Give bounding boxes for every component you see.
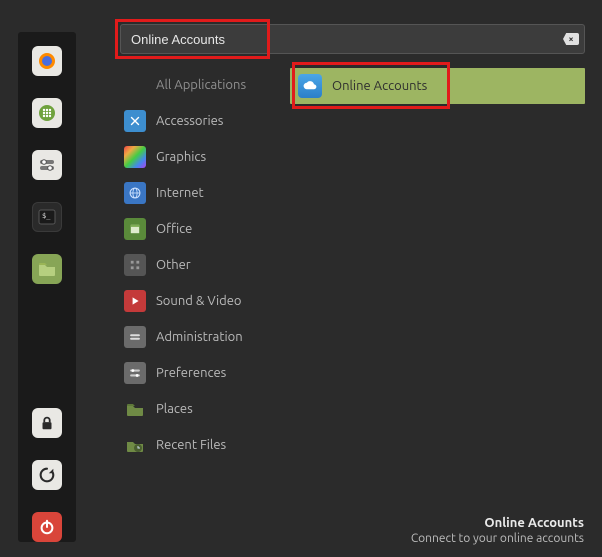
launcher-panel: $_ bbox=[18, 32, 76, 542]
category-label: Internet bbox=[156, 186, 204, 200]
graphics-icon bbox=[124, 146, 146, 168]
apps-grid-icon[interactable] bbox=[32, 98, 62, 128]
category-label: Accessories bbox=[156, 114, 223, 128]
terminal-icon[interactable]: $_ bbox=[32, 202, 62, 232]
category-preferences[interactable]: Preferences bbox=[120, 356, 280, 390]
category-label: Recent Files bbox=[156, 438, 226, 452]
files-icon[interactable] bbox=[32, 254, 62, 284]
category-label: All Applications bbox=[156, 78, 246, 92]
all-applications-icon bbox=[124, 74, 146, 96]
app-description-subtitle: Connect to your online accounts bbox=[411, 532, 584, 545]
result-online-accounts[interactable]: Online Accounts bbox=[290, 68, 585, 104]
app-description-title: Online Accounts bbox=[411, 516, 584, 530]
administration-icon bbox=[124, 326, 146, 348]
power-icon[interactable] bbox=[32, 512, 62, 542]
accessories-icon bbox=[124, 110, 146, 132]
category-recent-files[interactable]: Recent Files bbox=[120, 428, 280, 462]
category-internet[interactable]: Internet bbox=[120, 176, 280, 210]
lock-icon[interactable] bbox=[32, 408, 62, 438]
category-label: Places bbox=[156, 402, 193, 416]
category-label: Other bbox=[156, 258, 191, 272]
search-results: Online Accounts bbox=[290, 68, 585, 462]
svg-text:$_: $_ bbox=[42, 212, 51, 220]
category-label: Graphics bbox=[156, 150, 206, 164]
search-wrap: × bbox=[120, 24, 585, 54]
result-label: Online Accounts bbox=[332, 79, 427, 93]
category-label: Sound & Video bbox=[156, 294, 242, 308]
category-sound-video[interactable]: Sound & Video bbox=[120, 284, 280, 318]
category-label: Office bbox=[156, 222, 192, 236]
category-all-applications[interactable]: All Applications bbox=[120, 68, 280, 102]
category-office[interactable]: Office bbox=[120, 212, 280, 246]
app-description: Online Accounts Connect to your online a… bbox=[411, 516, 584, 545]
category-accessories[interactable]: Accessories bbox=[120, 104, 280, 138]
other-icon bbox=[124, 254, 146, 276]
search-input[interactable] bbox=[120, 24, 585, 54]
firefox-icon[interactable] bbox=[32, 46, 62, 76]
category-graphics[interactable]: Graphics bbox=[120, 140, 280, 174]
places-icon bbox=[124, 398, 146, 420]
internet-icon bbox=[124, 182, 146, 204]
application-menu: × All Applications Accessories Graphics bbox=[120, 24, 585, 462]
category-label: Administration bbox=[156, 330, 243, 344]
settings-toggle-icon[interactable] bbox=[32, 150, 62, 180]
category-administration[interactable]: Administration bbox=[120, 320, 280, 354]
online-accounts-icon bbox=[298, 74, 322, 98]
office-icon bbox=[124, 218, 146, 240]
category-label: Preferences bbox=[156, 366, 226, 380]
recent-files-icon bbox=[124, 434, 146, 456]
category-places[interactable]: Places bbox=[120, 392, 280, 426]
refresh-icon[interactable] bbox=[32, 460, 62, 490]
clear-search-icon[interactable]: × bbox=[563, 33, 579, 45]
preferences-icon bbox=[124, 362, 146, 384]
sound-video-icon bbox=[124, 290, 146, 312]
category-other[interactable]: Other bbox=[120, 248, 280, 282]
category-list: All Applications Accessories Graphics In… bbox=[120, 68, 280, 462]
